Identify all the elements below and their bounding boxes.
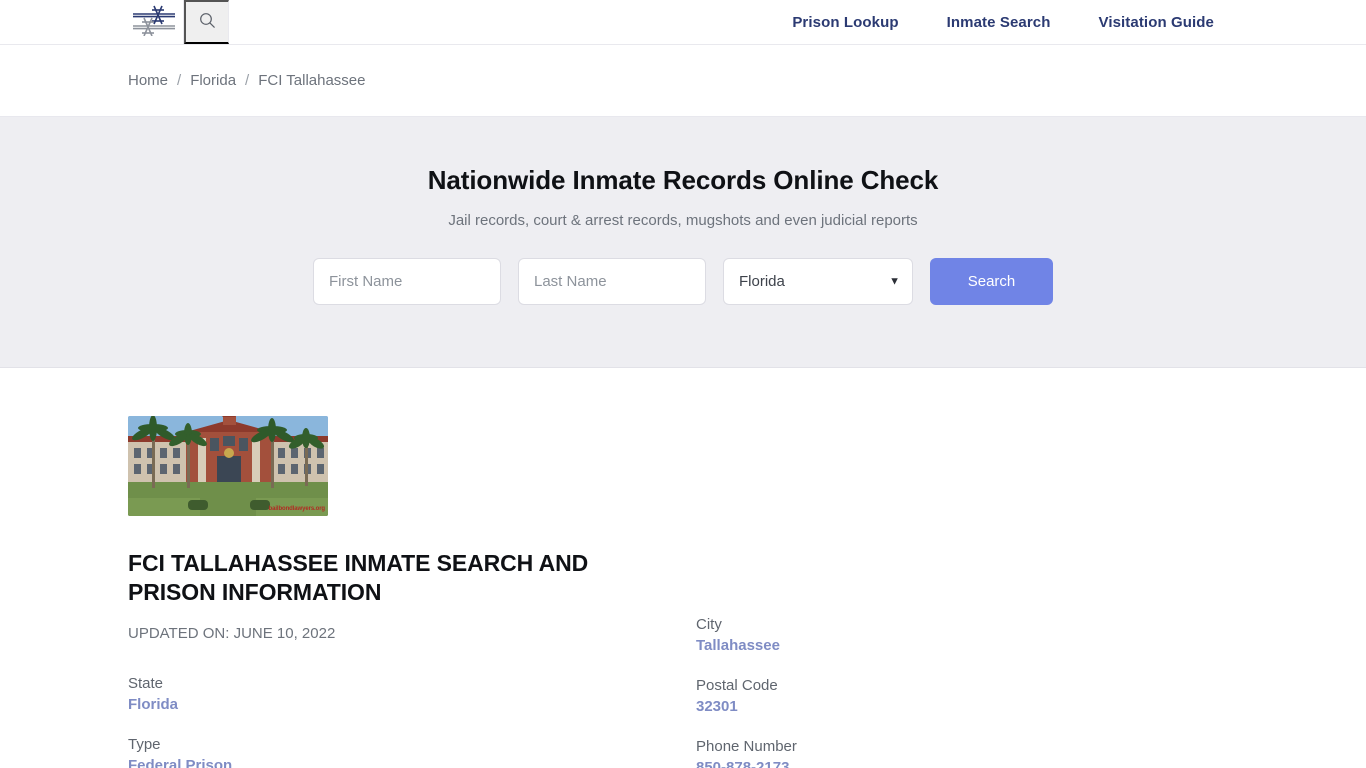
breadcrumb-item-current: FCI Tallahassee [258,72,366,89]
detail-item-state: State Florida [128,675,696,714]
state-select[interactable]: Florida [723,258,913,305]
detail-label: Postal Code [696,676,778,694]
breadcrumb-separator: / [177,72,182,89]
breadcrumb-item-florida[interactable]: Florida [190,72,236,89]
breadcrumb-item-home[interactable]: Home [128,72,168,89]
detail-value-type[interactable]: Federal Prison [128,757,232,768]
brand-zone [126,0,229,44]
first-name-input[interactable] [313,258,501,305]
facility-details: State Florida Type Federal Prison City T… [128,616,1366,768]
hero-subtitle: Jail records, court & arrest records, mu… [448,212,918,229]
detail-label: Phone Number [696,737,797,755]
nav-link-visitation-guide[interactable]: Visitation Guide [1098,14,1214,31]
breadcrumb-bar: Home / Florida / FCI Tallahassee [0,45,1366,117]
hero-search-section: Nationwide Inmate Records Online Check J… [0,117,1366,368]
details-column-right: City Tallahassee Postal Code 32301 Phone… [696,616,1264,768]
detail-value-state[interactable]: Florida [128,696,178,713]
search-icon [199,12,216,32]
state-select-wrapper: Florida ▼ [723,258,913,305]
breadcrumb-separator: / [245,72,250,89]
site-logo[interactable] [126,0,184,44]
page-title: FCI Tallahassee Inmate Search and Prison… [128,550,589,605]
detail-label: State [128,674,164,692]
nav-link-prison-lookup[interactable]: Prison Lookup [792,14,898,31]
detail-value-city[interactable]: Tallahassee [696,637,780,654]
detail-item-city: City Tallahassee [696,616,1264,655]
hero-title: Nationwide Inmate Records Online Check [427,165,939,195]
detail-label: City [696,615,722,633]
detail-item-type: Type Federal Prison [128,736,696,768]
details-column-left: State Florida Type Federal Prison [128,675,696,768]
header-search-button[interactable] [184,0,229,44]
detail-item-phone-number: Phone Number 850-878-2173 [696,738,1264,768]
photo-watermark: bailbondlawyers.org [268,506,326,512]
breadcrumb: Home / Florida / FCI Tallahassee [128,72,366,89]
search-submit-button[interactable]: Search [930,258,1053,305]
facility-photo[interactable]: bailbondlawyers.org [128,416,328,516]
main-content: bailbondlawyers.org FCI Tallahassee Inma… [0,368,1366,768]
facility-photo-image [128,416,328,516]
inmate-search-form: Florida ▼ Search [0,258,1366,305]
barbed-wire-logo-icon [131,4,179,41]
site-header: Prison Lookup Inmate Search Visitation G… [0,0,1366,45]
detail-label: Type [128,735,161,753]
main-navigation: Prison Lookup Inmate Search Visitation G… [792,0,1214,44]
detail-value-phone-number[interactable]: 850-878-2173 [696,759,789,768]
last-name-input[interactable] [518,258,706,305]
detail-value-postal-code[interactable]: 32301 [696,698,738,715]
detail-item-postal-code: Postal Code 32301 [696,677,1264,716]
nav-link-inmate-search[interactable]: Inmate Search [947,14,1051,31]
